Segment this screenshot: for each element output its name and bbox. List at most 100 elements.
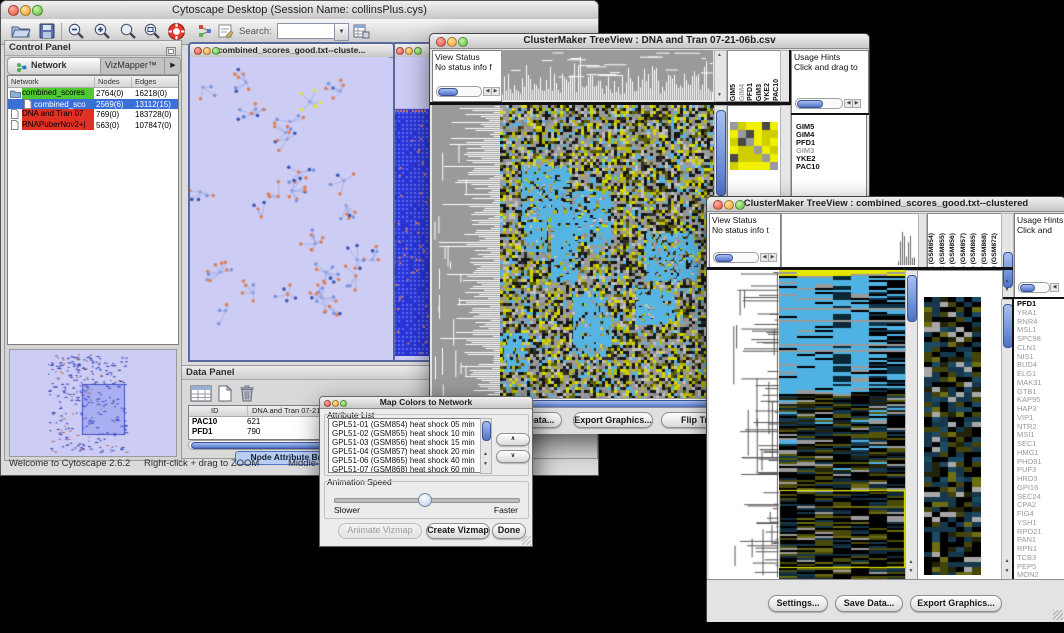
export-graphics-button[interactable]: Export Graphics... (573, 412, 653, 428)
zoom-button[interactable] (414, 47, 422, 55)
search-dropdown-button[interactable]: ▼ (334, 23, 349, 41)
usage-hints-hscrollbar[interactable] (795, 98, 843, 109)
move-up-button[interactable]: ∧ (496, 433, 530, 446)
row-label[interactable]: PAC10 (796, 163, 866, 171)
birdseye-view[interactable] (9, 349, 177, 457)
annotation-icon[interactable] (217, 23, 233, 44)
scroll-down-arrow[interactable]: ▼ (909, 568, 914, 574)
network-canvas[interactable] (190, 57, 389, 356)
close-button[interactable] (396, 47, 404, 55)
new-attribute-icon[interactable] (218, 385, 232, 407)
scroll-down-arrow[interactable]: ▼ (483, 461, 488, 467)
move-down-button[interactable]: ∨ (496, 450, 530, 463)
row-dendrogram[interactable] (709, 270, 779, 579)
network-row-rnapuber[interactable]: RNAPuberNov2+| 563(0) 107847(0) (8, 120, 178, 131)
attribute-list-item[interactable]: GPL51-03 (GSM856) heat shock 15 min (329, 438, 481, 447)
attribute-list-item[interactable]: GPL51-01 (GSM854) heat shock 05 min (329, 420, 481, 429)
network-row-dna-tran[interactable]: DNA and Tran 07 769(0) 183728(0) (8, 109, 178, 120)
dense-network-canvas[interactable] (393, 57, 432, 356)
settings-button[interactable]: Settings... (768, 595, 828, 612)
usage-hints-hscrollbar[interactable] (1018, 282, 1050, 293)
view-status-hscrollbar[interactable] (436, 86, 482, 97)
zoom-button[interactable] (212, 47, 220, 55)
scroll-up-arrow[interactable]: ▲ (1005, 558, 1010, 564)
animate-vizmap-button[interactable]: Animate Vizmap (338, 523, 422, 539)
zoom-button[interactable] (32, 5, 43, 16)
scroll-right-arrow[interactable]: ▶ (852, 99, 861, 108)
resize-grip[interactable] (1053, 610, 1063, 620)
scroll-left-arrow[interactable]: ◀ (1050, 283, 1059, 292)
hscroll-pill[interactable] (797, 100, 823, 108)
delete-attribute-icon[interactable] (240, 385, 254, 407)
zoom-button[interactable] (458, 37, 468, 47)
tab-network[interactable]: Network (8, 58, 101, 74)
hscroll-pill[interactable] (1020, 284, 1035, 292)
network-list-header[interactable]: Network Nodes Edges (8, 76, 178, 88)
network-row-combined-sco-selected[interactable]: combined_sco 2569(6) 13112(15) (8, 99, 178, 110)
treeview2-titlebar[interactable]: ClusterMaker TreeView : combined_scores_… (707, 197, 1064, 212)
hscroll-pill[interactable] (715, 254, 733, 262)
network-window-titlebar[interactable]: combined_scores_good.txt--cluste... (190, 44, 393, 58)
scroll-right-arrow[interactable]: ▶ (768, 253, 777, 262)
scroll-right-arrow[interactable]: ▶ (491, 87, 500, 96)
zoom-button[interactable] (735, 200, 745, 210)
resize-grip[interactable] (522, 536, 531, 545)
scroll-up-arrow[interactable]: ▲ (909, 559, 914, 565)
view-status-title: View Status (712, 215, 757, 225)
search-input[interactable] (277, 23, 335, 39)
attribute-list-item[interactable]: GPL51-06 (GSM865) heat shock 40 min (329, 456, 481, 465)
close-button[interactable] (713, 200, 723, 210)
close-button[interactable] (194, 47, 202, 55)
tab-vizmapper[interactable]: VizMapper™ (101, 58, 163, 74)
scroll-down-arrow[interactable]: ▼ (1005, 287, 1010, 293)
attribute-list-vscrollbar[interactable]: ▲ ▼ (480, 418, 492, 474)
import-table-icon[interactable] (353, 23, 370, 44)
zoom-heatmap-canvas[interactable] (924, 297, 981, 575)
tab-more-button[interactable]: ▶ (164, 58, 181, 74)
column-label[interactable]: PFD1 (747, 83, 756, 101)
scroll-up-arrow[interactable]: ▲ (483, 451, 488, 457)
view-status-hscrollbar[interactable] (713, 252, 759, 263)
scroll-up-arrow[interactable]: ▲ (1005, 278, 1010, 284)
done-button[interactable]: Done (492, 523, 526, 539)
create-vizmap-button[interactable]: Create Vizmap (426, 523, 490, 539)
hscroll-pill[interactable] (438, 88, 458, 96)
speed-slider-thumb[interactable] (418, 493, 432, 507)
column-label[interactable]: GIM4 (739, 84, 748, 101)
correlation-matrix[interactable] (730, 122, 778, 170)
column-dendrogram[interactable] (501, 50, 713, 100)
top-vscrollbar[interactable]: ▲ ▼ (714, 50, 727, 102)
heatmap-canvas[interactable] (500, 105, 714, 398)
vscroll-pill[interactable] (716, 110, 726, 196)
heatmap-canvas[interactable] (779, 270, 905, 579)
attribute-list-item[interactable]: GPL51-04 (GSM857) heat shock 20 min (329, 447, 481, 456)
scroll-down-arrow[interactable]: ▼ (1005, 568, 1010, 574)
main-titlebar[interactable]: Cytoscape Desktop (Session Name: collins… (1, 1, 598, 20)
treeview1-titlebar[interactable]: ClusterMaker TreeView : DNA and Tran 07-… (430, 34, 869, 49)
attribute-list-item[interactable]: GPL51-07 (GSM868) heat shock 60 min (329, 465, 481, 473)
vscroll-pill[interactable] (482, 421, 491, 441)
export-graphics-button[interactable]: Export Graphics... (910, 595, 1002, 612)
attribute-select-icon[interactable] (190, 385, 212, 407)
tv2-column-dendrogram[interactable] (897, 214, 915, 265)
column-label[interactable]: YKE2 (764, 83, 773, 101)
network-row-combined-scores[interactable]: combined_scores 2764(0) 16218(0) (8, 88, 178, 99)
close-button[interactable] (324, 400, 331, 407)
row-dendrogram[interactable] (432, 105, 500, 398)
column-label[interactable]: GIM5 (730, 84, 739, 101)
vscroll-pill[interactable] (907, 275, 917, 322)
network-overview-icon[interactable] (197, 23, 213, 44)
zoom-button[interactable] (340, 400, 347, 407)
minimize-button[interactable] (405, 47, 413, 55)
save-data-button[interactable]: Save Data... (835, 595, 903, 612)
tv2-top-scrollbar[interactable] (918, 213, 927, 268)
minimize-button[interactable] (332, 400, 339, 407)
close-button[interactable] (8, 5, 19, 16)
attribute-list-item[interactable]: GPL51-02 (GSM855) heat shock 10 min (329, 429, 481, 438)
minimize-button[interactable] (203, 47, 211, 55)
minimize-button[interactable] (724, 200, 734, 210)
dialog-titlebar[interactable]: Map Colors to Network (320, 397, 532, 409)
minimize-button[interactable] (20, 5, 31, 16)
close-button[interactable] (436, 37, 446, 47)
minimize-button[interactable] (447, 37, 457, 47)
